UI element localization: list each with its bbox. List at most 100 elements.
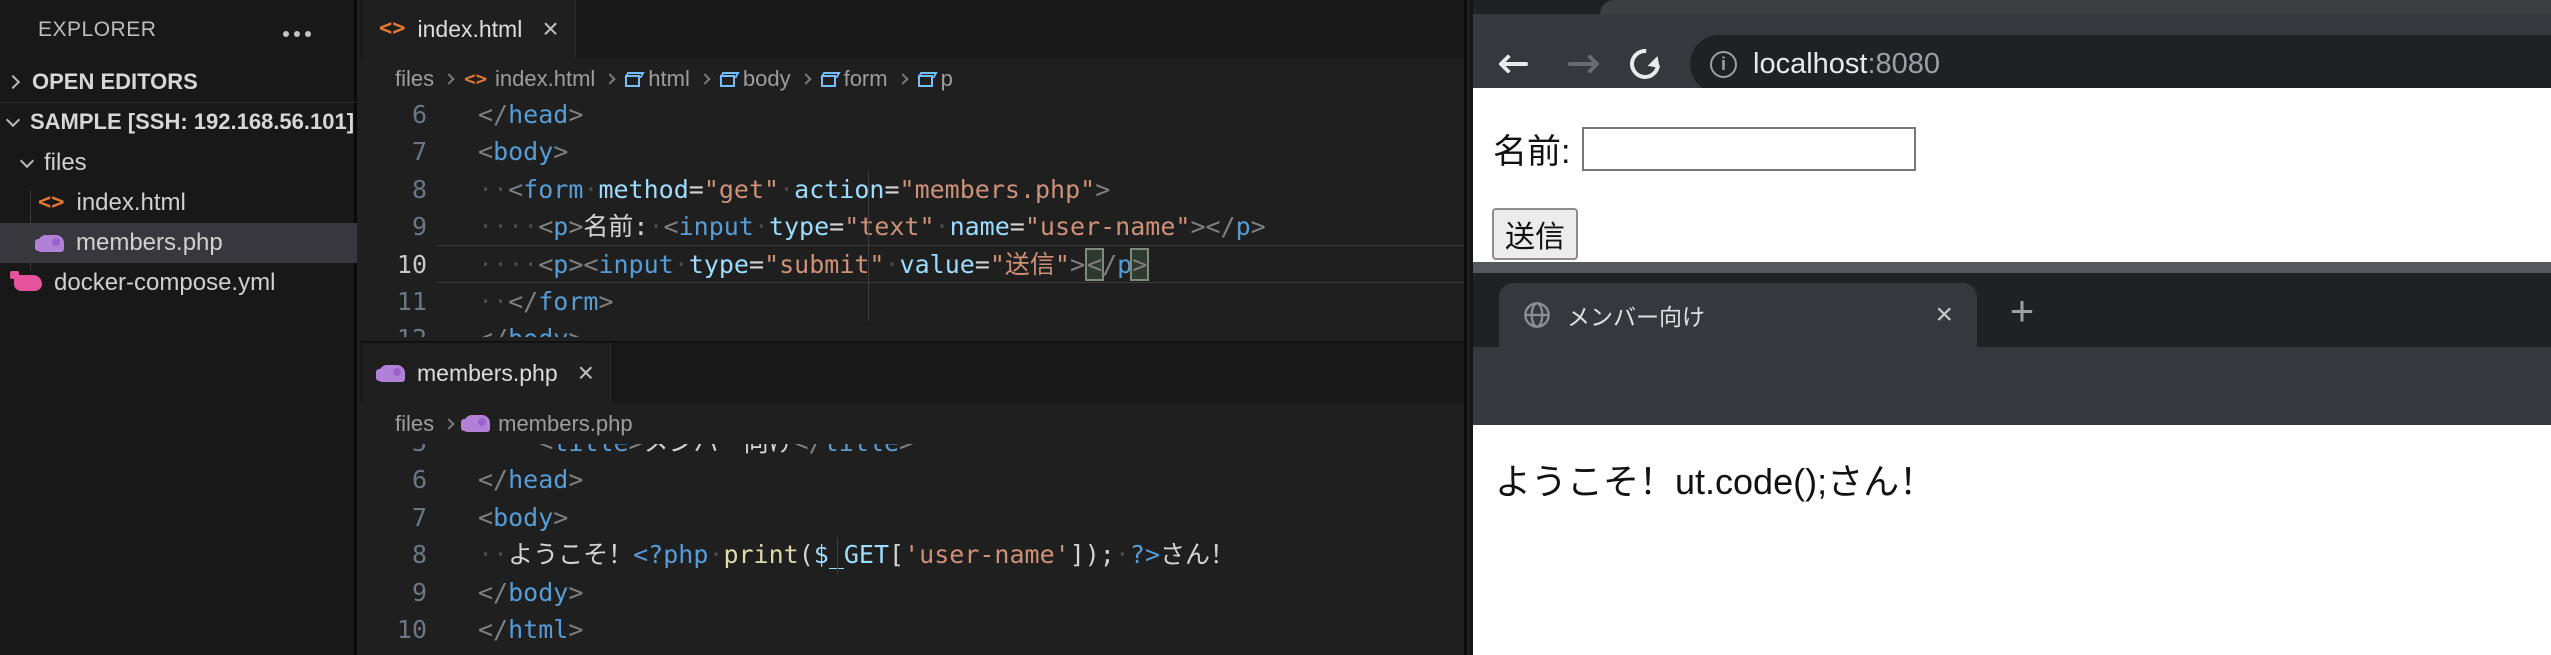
- code-line-8[interactable]: 8··ようこそ！<?php·print($_GET['user-name']);…: [360, 536, 1464, 573]
- site-info-icon[interactable]: [1710, 51, 1737, 78]
- code-token: >: [553, 137, 568, 166]
- code-token: );: [1085, 540, 1115, 569]
- breadcrumb-item[interactable]: index.html: [464, 66, 595, 92]
- breadcrumb-item[interactable]: p: [918, 66, 953, 92]
- code-token: action: [794, 175, 884, 204]
- breadcrumb-label: html: [648, 66, 690, 92]
- code-line-7[interactable]: 7<body>: [360, 133, 1464, 170]
- tree-item-index-html[interactable]: index.html: [0, 183, 357, 223]
- tree-item-label: files: [44, 149, 87, 177]
- cube-icon: [918, 75, 933, 87]
- code-token: ·: [1115, 540, 1130, 569]
- code-line-8[interactable]: 8··<form·method="get"·action="members.ph…: [360, 171, 1464, 208]
- code-line-9[interactable]: 9····<p>名前:·<input·type="text"·name="use…: [360, 208, 1464, 245]
- code-line-7[interactable]: 7<body>: [360, 499, 1464, 536]
- close-icon[interactable]: [1935, 298, 1953, 332]
- tree-item-docker-compose-yml[interactable]: docker-compose.yml: [0, 263, 357, 303]
- browser2-page: ようこそ！ut.code();さん！: [1473, 425, 2551, 655]
- code-token: =: [884, 175, 899, 204]
- tab-title: メンバー向け: [1567, 298, 1919, 332]
- code-line-9[interactable]: 9</body>: [360, 574, 1464, 611]
- tab-members-php[interactable]: members.php: [363, 343, 611, 403]
- tree-item-members-php[interactable]: members.php: [0, 223, 357, 263]
- code-line-10[interactable]: 10</html>: [360, 611, 1464, 648]
- url-host: localhost: [1753, 48, 1867, 80]
- code-line-6[interactable]: 6</head>: [360, 96, 1464, 133]
- breadcrumb-label: p: [941, 66, 953, 92]
- name-text-input[interactable]: [1582, 127, 1916, 171]
- close-icon[interactable]: [542, 19, 558, 39]
- tab-label: index.html: [418, 16, 523, 43]
- tree-item-label: members.php: [76, 229, 223, 257]
- line-number: 9: [360, 574, 427, 611]
- line-number: 11: [360, 283, 427, 320]
- code-token: </: [478, 100, 508, 129]
- breadcrumb-item[interactable]: files: [395, 66, 434, 92]
- code-token: ·: [648, 212, 663, 241]
- code-token: (: [799, 540, 814, 569]
- code-token: <: [478, 503, 493, 532]
- code-token: 'user-name': [904, 540, 1070, 569]
- tree-item-files[interactable]: files: [0, 143, 357, 183]
- screenshot-root: EXPLORER OPEN EDITORS SAMPLE [SSH: 192.1…: [0, 0, 2551, 655]
- breadcrumb-label: files: [395, 66, 434, 92]
- workspace-root-folder[interactable]: SAMPLE [SSH: 192.168.56.101]: [0, 102, 357, 141]
- open-editors-section[interactable]: OPEN EDITORS: [0, 62, 357, 101]
- code-token: </: [478, 465, 508, 494]
- new-tab-icon[interactable]: [2000, 291, 2044, 335]
- code-token: ··: [478, 287, 508, 316]
- docker-file-icon: [14, 275, 42, 291]
- browser1-tabstrip-sliver: [1470, 0, 1600, 14]
- tab-index-html[interactable]: index.html: [363, 0, 576, 58]
- code-token: </: [478, 615, 508, 644]
- code-token: ·: [754, 212, 769, 241]
- browser2-active-tab[interactable]: メンバー向け: [1499, 283, 1977, 347]
- welcome-text: ようこそ！ut.code();さん！: [1495, 453, 1935, 505]
- breadcrumb-label: form: [844, 66, 888, 92]
- code-token: ····: [478, 212, 538, 241]
- code-token: ·: [779, 175, 794, 204]
- code-token: body: [493, 137, 553, 166]
- code-line-6[interactable]: 6</head>: [360, 461, 1464, 498]
- code-editor-index-html[interactable]: 6</head>7<body>8··<form·method="get"·act…: [360, 96, 1464, 337]
- code-line-11[interactable]: 11··</form>: [360, 283, 1464, 320]
- close-icon[interactable]: [578, 363, 594, 383]
- line-number: 10: [360, 611, 427, 648]
- code-token: p: [553, 212, 568, 241]
- breadcrumb-label: members.php: [498, 411, 633, 437]
- code-token: head: [508, 100, 568, 129]
- open-editors-label: OPEN EDITORS: [32, 69, 198, 95]
- explorer-more-actions-icon[interactable]: [283, 24, 313, 32]
- code-token: ?>: [1130, 540, 1160, 569]
- submit-button[interactable]: 送信: [1492, 208, 1578, 260]
- reload-icon[interactable]: [1624, 43, 1666, 85]
- code-token: "user-name": [1025, 212, 1191, 241]
- code-token: name: [950, 212, 1010, 241]
- back-icon[interactable]: [1498, 46, 1534, 82]
- code-token: ··: [478, 175, 508, 204]
- code-editor-members-php[interactable]: 5····<title>メンバー向け</title>6</head>7<body…: [360, 424, 1464, 655]
- browser2-toolbar: localhost:8080/members.php?user-name=ut.…: [1470, 347, 2551, 425]
- breadcrumb-item[interactable]: files: [395, 411, 434, 437]
- code-token: >: [568, 100, 583, 129]
- forward-icon[interactable]: [1564, 46, 1600, 82]
- url-path: :8080: [1867, 48, 1940, 80]
- explorer-title: EXPLORER: [38, 18, 156, 42]
- name-label: 名前:: [1493, 124, 1570, 173]
- code-token: =: [1010, 212, 1025, 241]
- browser1-active-tab-sliver: [1600, 0, 2551, 14]
- vscode-explorer-sidebar: EXPLORER OPEN EDITORS SAMPLE [SSH: 192.1…: [0, 0, 357, 655]
- breadcrumb-item[interactable]: form: [821, 66, 888, 92]
- breadcrumb-item[interactable]: members.php: [464, 411, 633, 437]
- browser-windows: localhost:8080 名前: 送信 メンバー向け: [1470, 0, 2551, 655]
- breadcrumb-item[interactable]: body: [720, 66, 791, 92]
- breadcrumb-item[interactable]: html: [625, 66, 690, 92]
- indent-guide: [868, 171, 869, 321]
- code-token: body: [508, 578, 568, 607]
- tree-item-label: docker-compose.yml: [54, 269, 275, 297]
- code-token: form: [523, 175, 583, 204]
- tree-item-label: index.html: [77, 189, 186, 217]
- code-line-12[interactable]: 12</body>: [360, 320, 1464, 337]
- code-token: head: [508, 465, 568, 494]
- browser1-address-bar[interactable]: localhost:8080: [1690, 35, 2551, 93]
